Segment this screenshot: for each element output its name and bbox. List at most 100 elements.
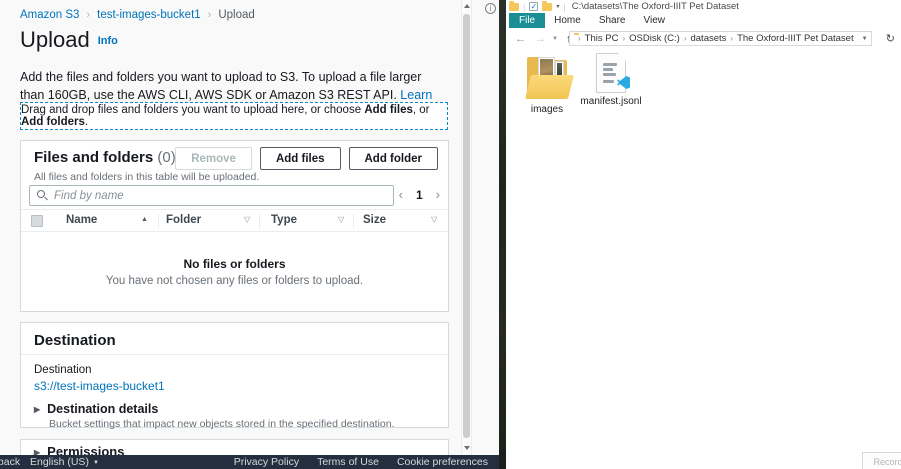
breadcrumb-bucket[interactable]: test-images-bucket1 [97,9,201,21]
explorer-titlebar: | ✓ ▾ | C:\datasets\The Oxford-IIIT Pet … [506,0,901,13]
page-number[interactable]: 1 [416,188,423,202]
address-segment-this-pc[interactable]: This PC [585,33,619,44]
aws-console-footer: Feedback English (US)▼ Privacy Policy Te… [0,455,500,469]
remove-button[interactable]: Remove [175,147,252,170]
destination-label: Destination [34,364,92,376]
address-separator-icon: › [730,34,733,43]
breadcrumb-separator-icon: › [208,9,212,21]
breadcrumb: Amazon S3 › test-images-bucket1 › Upload [20,9,255,21]
scroll-up-icon[interactable] [464,4,470,8]
caret-right-icon: ▶ [34,448,40,455]
filter-icon[interactable]: ▽ [244,215,250,224]
divider [21,354,448,355]
properties-check-icon[interactable]: ✓ [529,2,538,11]
destination-bucket-link[interactable]: s3://test-images-bucket1 [34,379,165,393]
select-all-checkbox[interactable] [31,215,43,227]
info-link[interactable]: Info [98,35,118,47]
description-text: Add the files and folders you want to up… [20,70,421,102]
address-segment-dataset-folder[interactable]: The Oxford-IIIT Pet Dataset [737,33,854,44]
page-title: UploadInfo [20,27,118,53]
explorer-content: images manifest.jsonl [506,48,901,469]
tab-home[interactable]: Home [545,13,590,28]
jsonl-file-icon [596,53,626,93]
breadcrumb-separator-icon: › [86,9,90,21]
destination-details-expander[interactable]: ▶ Destination details [34,402,158,416]
address-separator-icon: › [578,34,581,43]
empty-state-text: You have not chosen any files or folders… [21,275,448,287]
permissions-card: ▶ Permissions [20,439,449,455]
page-prev-icon[interactable]: ‹ [399,187,403,202]
forward-icon[interactable]: → [535,33,546,45]
item-label: images [517,104,577,115]
column-divider [353,214,354,228]
cookie-preferences-link[interactable]: Cookie preferences [397,456,488,468]
quick-access-toolbar-caret-icon[interactable]: ▾ [556,3,559,10]
address-separator-icon: › [622,34,625,43]
column-divider [158,214,159,228]
permissions-expander[interactable]: ▶ Permissions [34,444,124,455]
back-icon[interactable]: ← [515,33,526,45]
column-header-type[interactable]: Type [271,214,297,226]
page-info-icon[interactable]: i [485,3,496,14]
tab-share[interactable]: Share [590,13,635,28]
item-label: manifest.jsonl [576,96,646,107]
folder-item-images[interactable]: images [517,53,577,115]
files-card-title: Files and folders (0) [34,149,176,166]
address-segment-osdisk[interactable]: OSDisk (C:) [629,33,680,44]
terms-of-use-link[interactable]: Terms of Use [317,456,379,468]
scrollbar-thumb[interactable] [463,14,470,438]
language-selector[interactable]: English (US)▼ [30,456,99,468]
address-dropdown-icon[interactable]: ▼ [862,36,868,42]
file-explorer-window: | ✓ ▾ | C:\datasets\The Oxford-IIIT Pet … [506,0,901,469]
record-button-partial[interactable]: Record [862,452,901,469]
separator: | [523,2,525,12]
filter-icon[interactable]: ▽ [338,215,344,224]
search-input[interactable] [29,185,394,206]
chevron-down-icon: ▼ [93,460,99,466]
drag-drop-zone[interactable]: Drag and drop files and folders you want… [20,102,448,130]
column-header-size[interactable]: Size [363,214,386,226]
column-header-folder[interactable]: Folder [166,214,201,226]
add-folder-button[interactable]: Add folder [349,147,439,170]
breadcrumb-current: Upload [218,9,254,21]
vscode-badge-icon [617,76,630,89]
files-count: (0) [157,149,175,166]
add-files-button[interactable]: Add files [260,147,341,170]
address-separator-icon: › [684,34,687,43]
dropzone-text: Drag and drop files and folders you want… [21,104,447,128]
permissions-label: Permissions [47,444,124,455]
privacy-policy-link[interactable]: Privacy Policy [234,456,299,468]
tab-file[interactable]: File [509,13,545,28]
sort-ascending-icon[interactable]: ▲ [141,216,148,223]
history-dropdown-icon[interactable]: ▼ [552,36,558,42]
caret-right-icon: ▶ [34,405,40,414]
new-folder-icon[interactable] [542,3,552,11]
column-header-name[interactable]: Name [66,214,97,226]
destination-details-label: Destination details [47,402,158,416]
column-divider [259,214,260,228]
breadcrumb-amazon-s3[interactable]: Amazon S3 [20,9,79,21]
pagination: ‹ 1 › [399,187,440,202]
filter-icon[interactable]: ▽ [431,215,437,224]
search-icon [37,190,45,198]
explorer-app-icon [509,3,519,11]
tab-view[interactable]: View [635,13,675,28]
destination-card: Destination Destination s3://test-images… [20,322,449,428]
scroll-down-icon[interactable] [464,446,470,450]
destination-details-desc: Bucket settings that impact new objects … [49,418,395,430]
files-and-folders-card: Files and folders (0) Remove Add files A… [20,140,449,312]
browser-scrollbar[interactable] [461,0,472,455]
address-toolbar: ← → ▼ ↑ › This PC › OSDisk (C:) › datase… [506,29,901,48]
ribbon-tabs: File Home Share View [506,13,901,28]
files-card-actions: Remove Add files Add folder [175,147,438,170]
address-bar[interactable]: › This PC › OSDisk (C:) › datasets › The… [569,31,872,46]
page-next-icon[interactable]: › [436,187,440,202]
feedback-link[interactable]: Feedback [0,456,20,468]
search-field-wrap [29,185,394,206]
file-item-manifest[interactable]: manifest.jsonl [576,53,646,107]
screenshot-root: Amazon S3 › test-images-bucket1 › Upload Upl… [0,0,901,469]
refresh-icon[interactable]: ↻ [886,32,895,45]
address-segment-datasets[interactable]: datasets [690,33,726,44]
window-title: C:\datasets\The Oxford-IIIT Pet Dataset [572,1,739,12]
separator: | [563,2,565,12]
